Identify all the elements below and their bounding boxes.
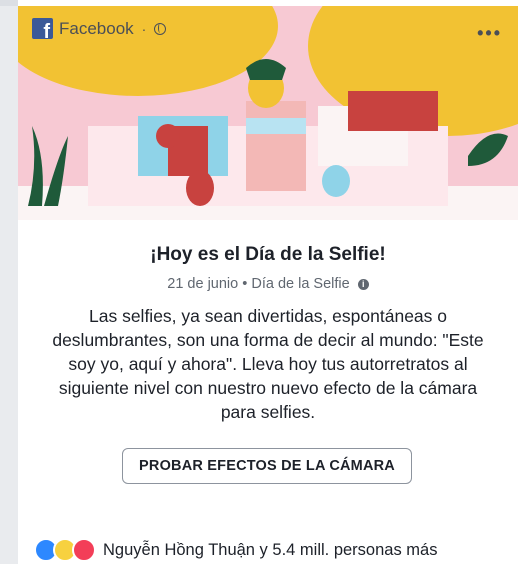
love-icon (72, 538, 96, 562)
post-title: ¡Hoy es el Día de la Selfie! (150, 244, 386, 265)
post-body: Las selfies, ya sean divertidas, espontá… (52, 306, 484, 422)
post-meta: 21 de junio • Día de la Selfie i (18, 276, 518, 292)
try-camera-effects-button[interactable]: PROBAR EFECTOS DE LA CÁMARA (122, 448, 412, 484)
header-separator: · (141, 20, 147, 37)
post-date: 21 de junio (167, 276, 239, 292)
info-icon[interactable]: i (357, 279, 369, 290)
reactions-summary[interactable]: Nguyễn Hồng Thuận y 5.4 mill. personas m… (103, 541, 437, 560)
meta-separator: • (242, 276, 248, 292)
hero-illustration: f Facebook · ••• (18, 6, 518, 220)
globe-icon (154, 22, 167, 35)
post-header: f Facebook · (32, 18, 167, 42)
post-card: f Facebook · ••• ¡Hoy es el Día de la Se… (18, 0, 518, 564)
reactions-bar[interactable]: Nguyễn Hồng Thuận y 5.4 mill. personas m… (34, 538, 437, 562)
facebook-logo-icon[interactable]: f (32, 18, 53, 42)
post-category: Día de la Selfie (251, 276, 350, 292)
page-name[interactable]: Facebook (59, 19, 134, 39)
more-options-icon[interactable]: ••• (477, 24, 502, 42)
